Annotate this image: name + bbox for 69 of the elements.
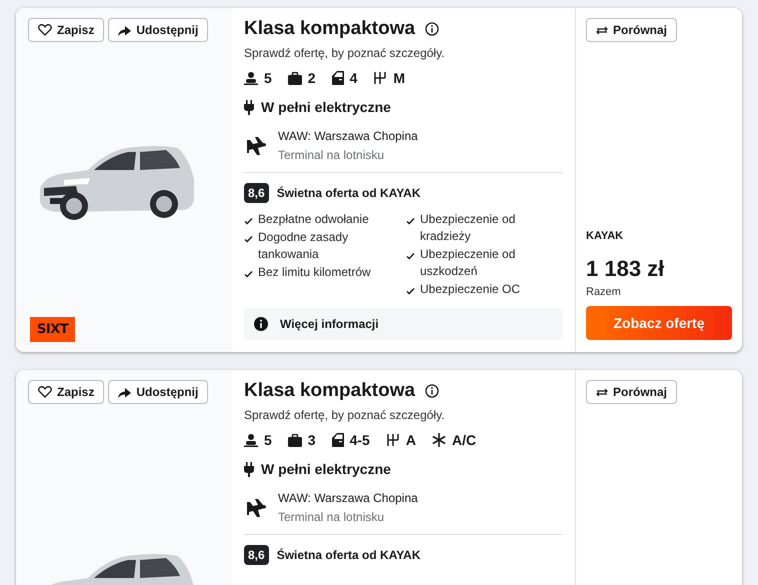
share-button[interactable]: Udostępnij	[108, 18, 208, 42]
rating-label: Świetna oferta od KAYAK	[276, 548, 420, 562]
save-button[interactable]: Zapisz	[28, 18, 104, 42]
car-door-icon	[332, 71, 344, 85]
supplier-logo: SIXT	[30, 317, 76, 342]
share-arrow-icon	[118, 24, 132, 36]
plug-icon	[244, 462, 254, 476]
benefit-text: Ubezpieczenie OC	[420, 281, 520, 298]
benefit-text: Ubezpieczenie od uszkodzeń	[420, 246, 516, 280]
feature-value: 2	[308, 70, 316, 86]
check-icon	[244, 235, 253, 243]
info-icon[interactable]	[425, 22, 440, 36]
feature-value: M	[393, 70, 406, 86]
check-icon	[244, 217, 253, 225]
more-info-button[interactable]: Więcej informacji	[244, 308, 563, 340]
feature-value: A/C	[452, 432, 476, 448]
benefit-text: Bez limitu kilometrów	[258, 264, 371, 281]
swap-arrows-icon	[596, 388, 608, 396]
info-icon	[254, 317, 268, 331]
airplane-icon	[246, 498, 266, 516]
heart-icon	[38, 24, 52, 36]
location-type: Terminal na lotnisku	[278, 510, 386, 524]
compare-button[interactable]: Porównaj	[586, 380, 678, 404]
gear-shift-icon	[386, 433, 400, 447]
car-door-icon	[332, 433, 344, 447]
benefit-text: Ubezpieczenie od kradzieży	[420, 211, 516, 245]
check-icon	[406, 252, 415, 260]
feature-value: 5	[264, 70, 272, 86]
benefit-text: Bezpłatne odwołanie	[258, 211, 369, 228]
feature-value: 4-5	[350, 432, 370, 448]
subtitle: Sprawdź ofertę, by poznać szczegóły.	[244, 408, 446, 422]
check-icon	[406, 287, 415, 295]
price: 1 183 zł	[586, 256, 666, 282]
car-class-title: Klasa kompaktowa	[244, 18, 416, 40]
person-icon	[244, 71, 258, 85]
gear-shift-icon	[373, 71, 388, 85]
price-note: Razem	[586, 286, 622, 298]
snowflake-icon	[432, 433, 446, 447]
pickup-location: WAW: Warszawa Chopina	[278, 491, 418, 505]
check-icon	[244, 270, 253, 278]
car-class-title: Klasa kompaktowa	[244, 380, 416, 402]
person-icon	[244, 433, 258, 447]
feature-value: A	[406, 432, 416, 448]
airplane-icon	[246, 136, 266, 154]
subtitle: Sprawdź ofertę, by poznać szczegóły.	[244, 46, 446, 60]
provider-name: KAYAK	[586, 230, 624, 242]
share-button[interactable]: Udostępnij	[108, 380, 208, 404]
feature-value: 3	[308, 432, 316, 448]
swap-arrows-icon	[596, 26, 608, 34]
info-icon[interactable]	[425, 384, 440, 398]
fuel-type: W pełni elektryczne	[261, 461, 391, 477]
feature-value: 5	[264, 432, 272, 448]
suitcase-icon	[288, 434, 302, 446]
compare-button[interactable]: Porównaj	[586, 18, 678, 42]
rating-label: Świetna oferta od KAYAK	[276, 186, 420, 200]
suitcase-icon	[288, 72, 302, 84]
save-button[interactable]: Zapisz	[28, 380, 104, 404]
view-offer-button[interactable]: Zobacz ofertę	[586, 306, 732, 340]
check-icon	[406, 217, 415, 225]
fuel-type: W pełni elektryczne	[261, 99, 391, 115]
plug-icon	[244, 100, 254, 114]
rating-score: 8,6	[244, 183, 269, 203]
feature-value: 4	[350, 70, 358, 86]
share-arrow-icon	[118, 386, 132, 398]
pickup-location: WAW: Warszawa Chopina	[278, 129, 418, 143]
benefit-text: Dogodne zasady tankowania	[258, 229, 350, 263]
heart-icon	[38, 386, 52, 398]
location-type: Terminal na lotnisku	[278, 148, 386, 162]
rating-score: 8,6	[244, 545, 269, 565]
